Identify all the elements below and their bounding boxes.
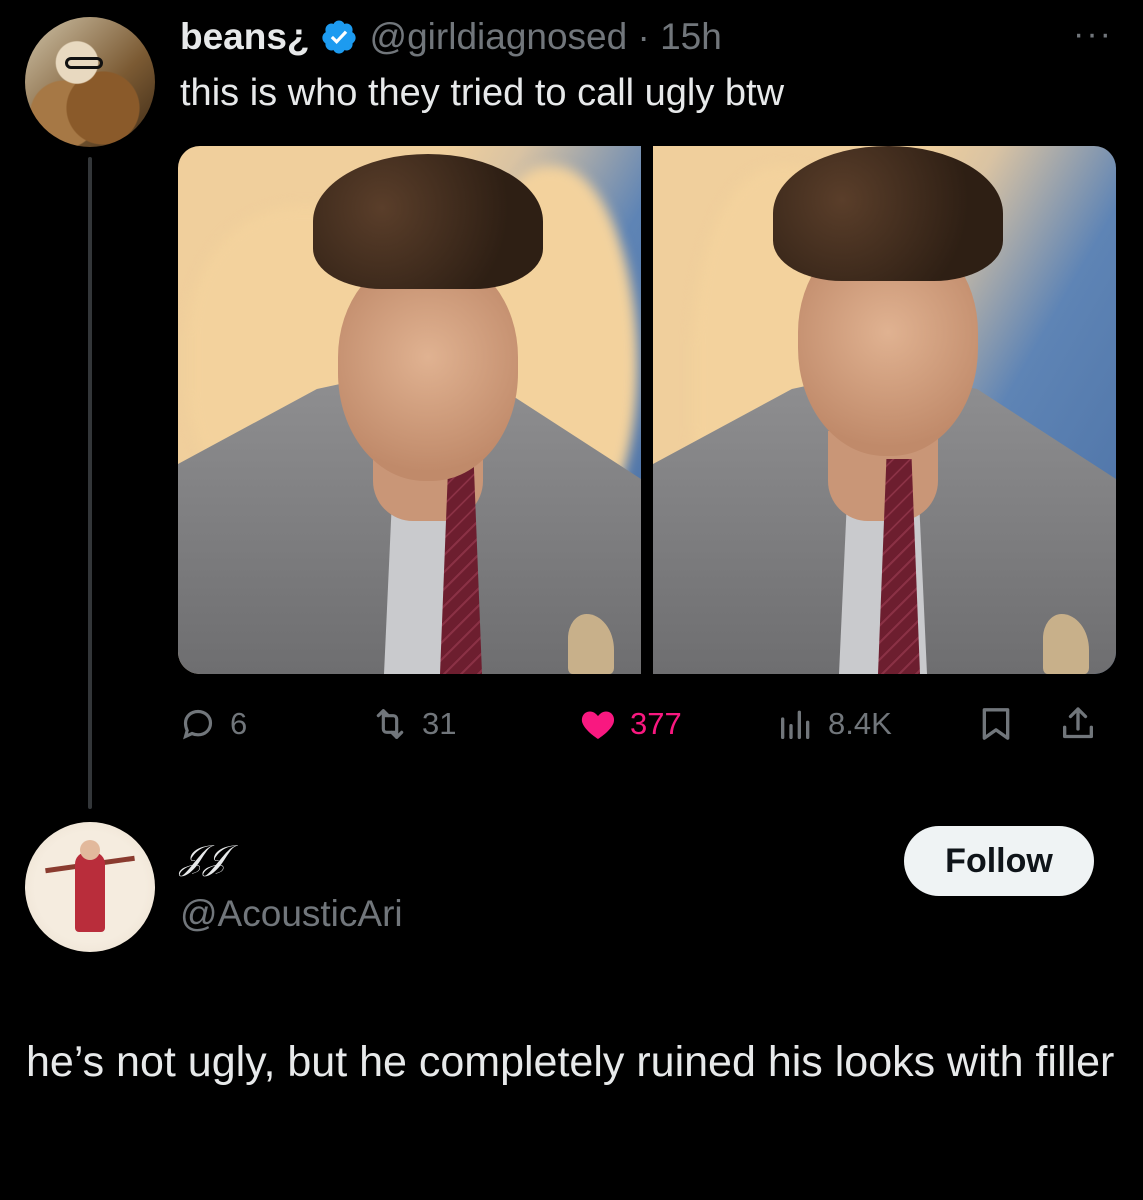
- like-count: 377: [630, 706, 682, 741]
- hair: [773, 146, 1003, 281]
- retweet-icon: [376, 709, 404, 739]
- tweet-media[interactable]: [178, 146, 1116, 674]
- media-photo-right[interactable]: [653, 146, 1116, 674]
- verified-badge-icon: [321, 20, 356, 54]
- share-button[interactable]: [1058, 700, 1098, 748]
- media-photo-left[interactable]: [178, 146, 641, 674]
- avatar-beans[interactable]: [25, 17, 155, 147]
- tweet-header: beans¿ @girldiagnosed · 15h: [180, 14, 722, 60]
- follow-button[interactable]: Follow: [904, 826, 1094, 896]
- reply-icon: [183, 709, 213, 740]
- like-button[interactable]: 377: [578, 700, 682, 748]
- author-handle[interactable]: @girldiagnosed · 15h: [370, 16, 722, 58]
- like-icon: [581, 711, 615, 739]
- author-name[interactable]: beans¿: [180, 16, 310, 58]
- avatar-acousticari[interactable]: [25, 822, 155, 952]
- more-options-icon[interactable]: ···: [1073, 17, 1113, 51]
- avatar-figure: [75, 852, 105, 932]
- bookmark-button[interactable]: [976, 700, 1016, 748]
- bookmark-icon: [982, 708, 1010, 740]
- views-count: 8.4K: [828, 706, 892, 741]
- tweet-timestamp[interactable]: 15h: [660, 16, 722, 57]
- reply-text: he’s not ugly, but he completely ruined …: [26, 1038, 1115, 1086]
- retweet-count: 31: [422, 706, 457, 741]
- reply-count: 6: [230, 706, 248, 741]
- thread-line: [88, 157, 92, 809]
- views-button[interactable]: 8.4K: [776, 700, 892, 748]
- avatar-glasses-detail: [65, 57, 103, 69]
- reply-author-name[interactable]: 𝒥𝒥: [180, 838, 227, 878]
- share-icon: [1063, 707, 1093, 739]
- hair: [313, 154, 543, 289]
- views-icon: [781, 710, 810, 739]
- reply-button[interactable]: 6: [178, 700, 247, 748]
- avatar-figure-head: [80, 840, 100, 860]
- tweet-text: this is who they tried to call ugly btw: [180, 72, 785, 114]
- face: [338, 256, 518, 481]
- tweet-actions: 6 31 377 8.4K: [178, 700, 1113, 750]
- reply-author-handle[interactable]: @AcousticAri: [180, 893, 403, 935]
- retweet-button[interactable]: 31: [370, 700, 456, 748]
